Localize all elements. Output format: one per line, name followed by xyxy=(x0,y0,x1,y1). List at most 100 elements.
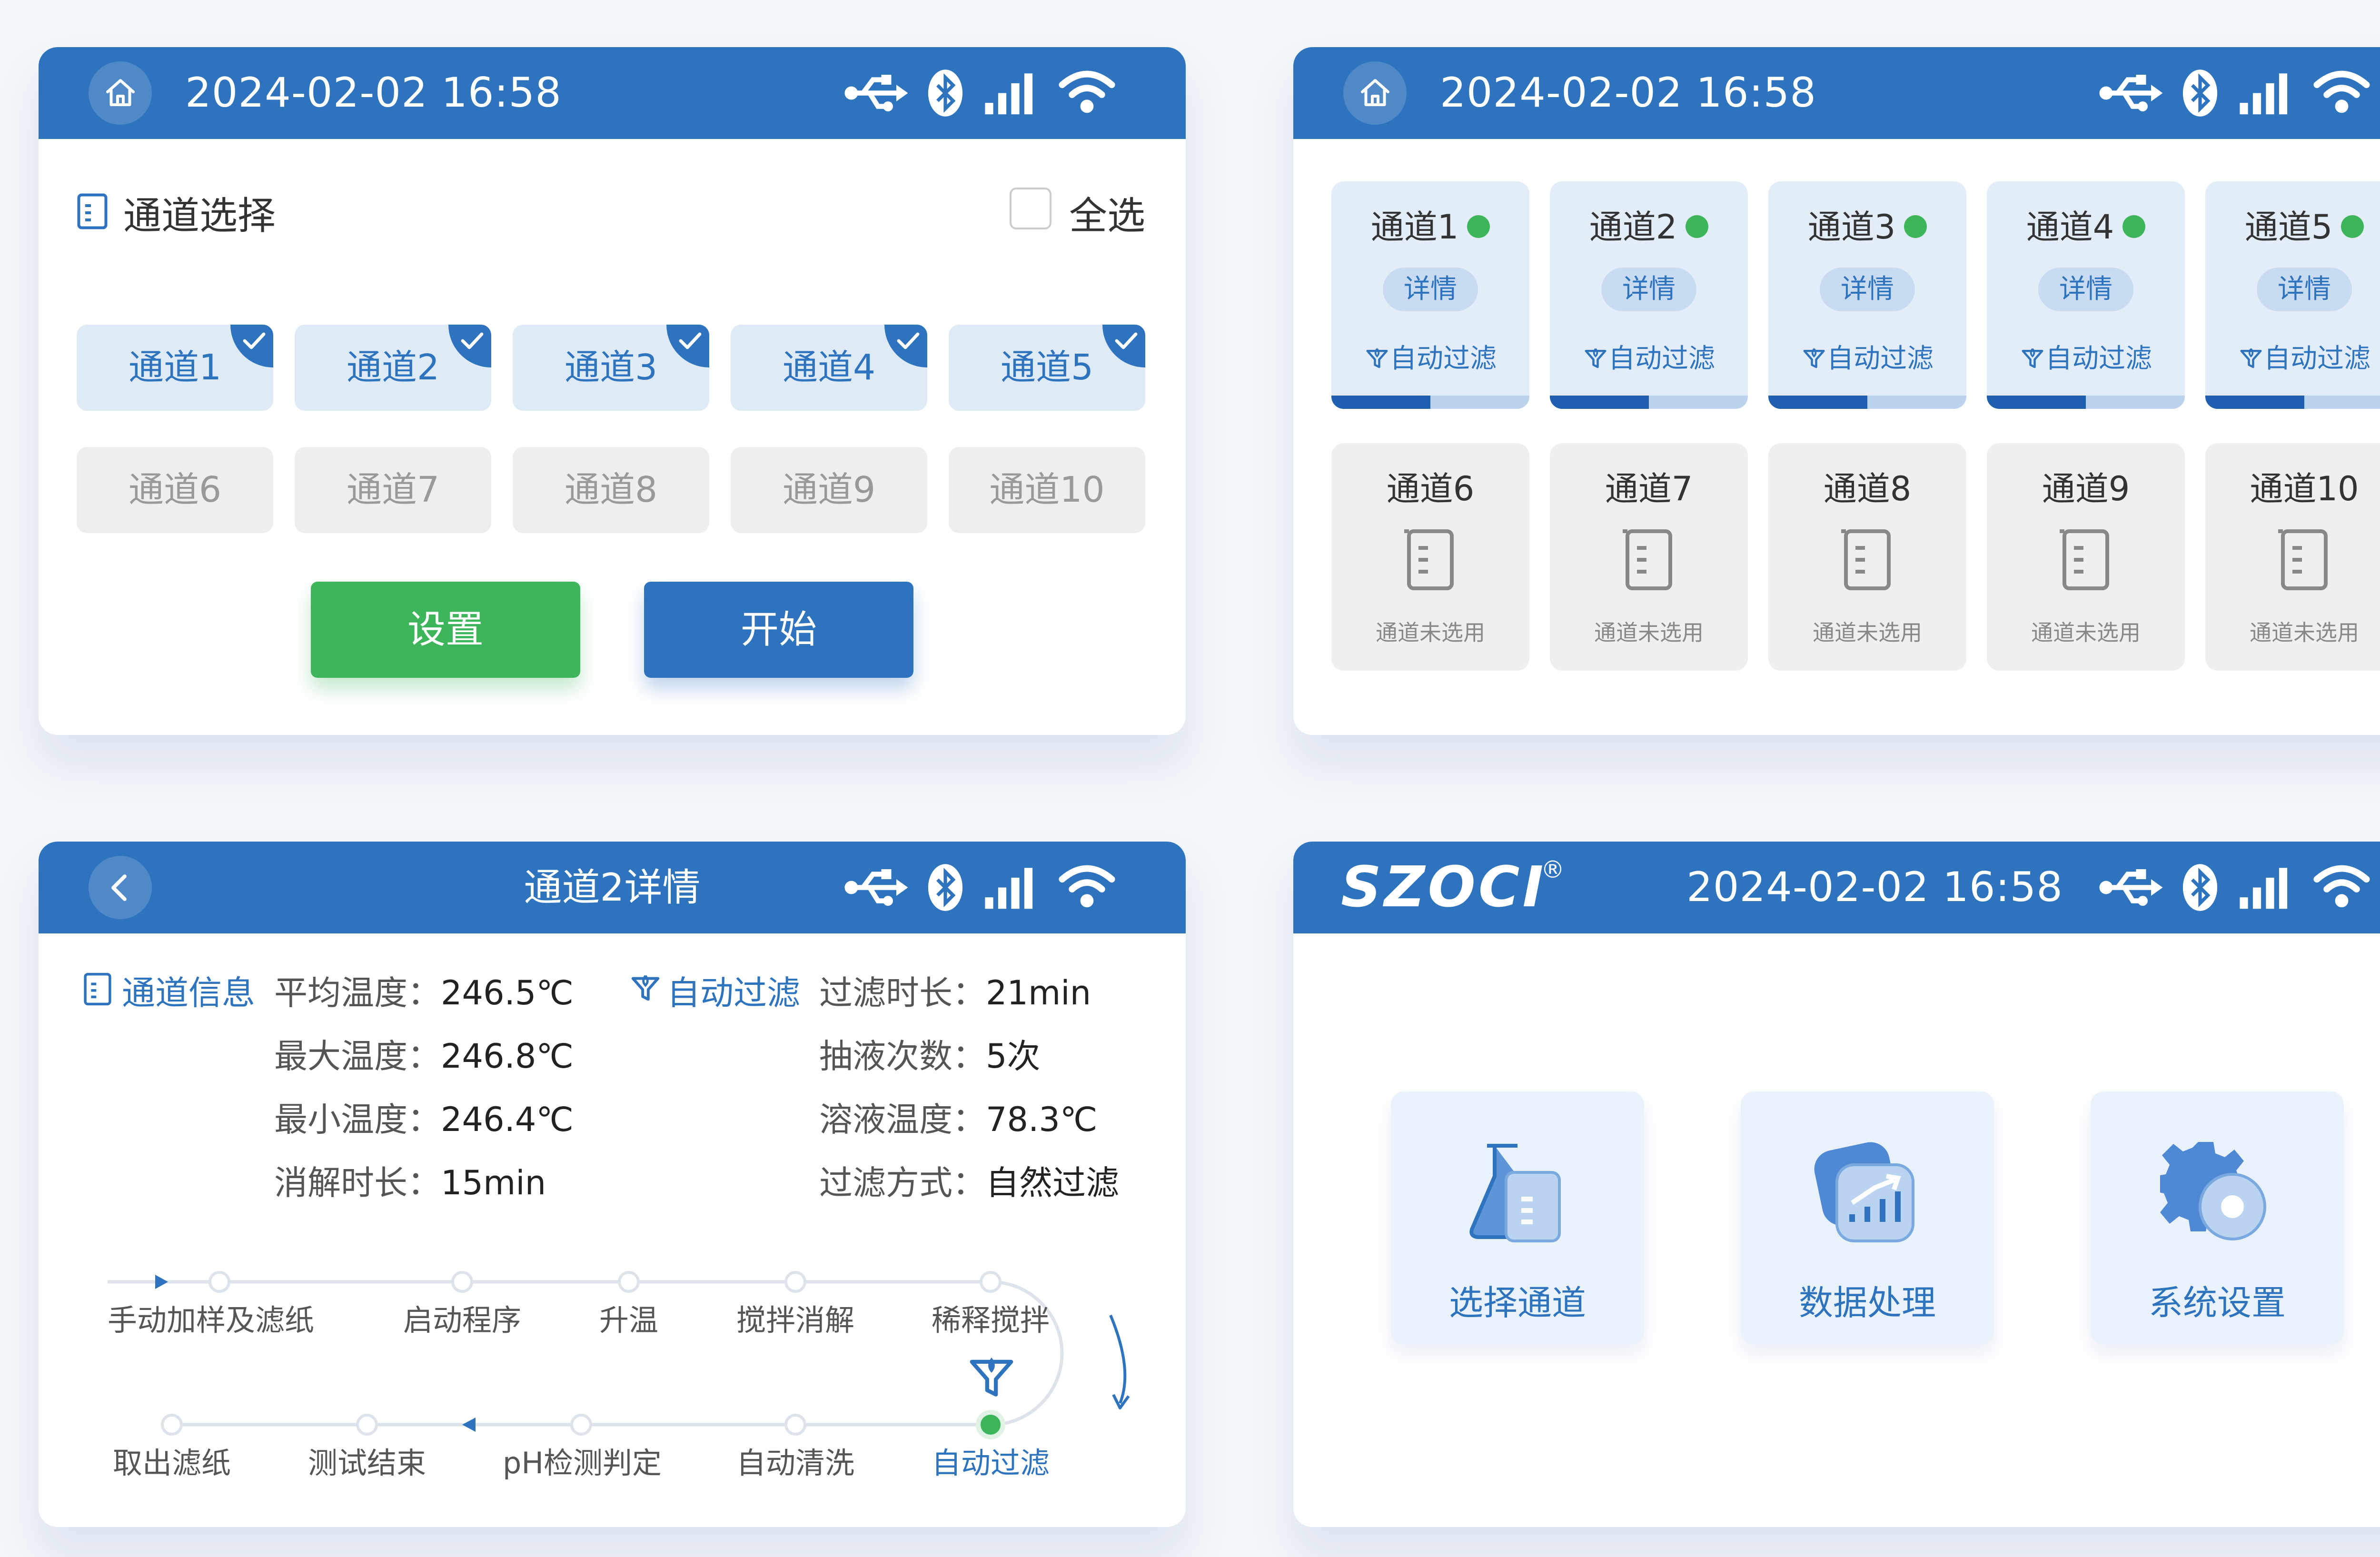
unused-note: 通道未选用 xyxy=(2250,620,2359,645)
channel-option-8[interactable]: 通道8 xyxy=(513,447,709,533)
info-key: 过滤方式： xyxy=(819,1163,986,1202)
channel-option-9[interactable]: 通道9 xyxy=(731,447,927,533)
step-dot xyxy=(784,1271,806,1293)
unused-note: 通道未选用 xyxy=(1594,620,1704,645)
channel-card-name: 通道1 xyxy=(1370,208,1459,247)
channel-option-10[interactable]: 通道10 xyxy=(949,447,1145,533)
home-panel: SZOCI ® 2024-02-02 16:58 选择通道 数据处理 系统设置 xyxy=(1293,842,2380,1527)
current-step-dot xyxy=(976,1410,1005,1439)
progress-bar xyxy=(1768,396,1966,409)
select-all-label[interactable]: 全选 xyxy=(1069,185,1145,240)
status-dot xyxy=(2122,215,2146,238)
signal-icon xyxy=(2238,68,2291,120)
channel-card-10[interactable]: 通道10 通道未选用 xyxy=(2205,443,2380,671)
tile-label: 数据处理 xyxy=(1798,1283,1936,1323)
start-button[interactable]: 开始 xyxy=(644,582,913,678)
channel-status-label: 自动过滤 xyxy=(1608,343,1715,374)
channel-card-5[interactable]: 通道5 详情 自动过滤 xyxy=(2205,181,2380,409)
progress-bar xyxy=(1331,396,1529,409)
step-dot xyxy=(208,1271,230,1293)
channel-option-label: 通道8 xyxy=(564,469,658,510)
settings-button[interactable]: 设置 xyxy=(311,582,580,678)
channel-option-2[interactable]: 通道2 xyxy=(295,325,491,411)
bluetooth-icon xyxy=(926,68,964,120)
usb-icon xyxy=(843,68,910,120)
channel-option-5[interactable]: 通道5 xyxy=(949,325,1145,411)
channel-card-6[interactable]: 通道6 通道未选用 xyxy=(1331,443,1529,671)
beaker-icon xyxy=(1839,526,1896,595)
channel-status: 自动过滤 xyxy=(1768,337,1966,376)
channel-option-label: 通道2 xyxy=(346,347,440,388)
home-button[interactable] xyxy=(89,61,152,125)
progress-fill xyxy=(2205,396,2304,409)
detail-button[interactable]: 详情 xyxy=(1820,268,1915,311)
unused-note: 通道未选用 xyxy=(1376,620,1485,645)
channel-option-6[interactable]: 通道6 xyxy=(77,447,273,533)
tile-select-channel[interactable]: 选择通道 xyxy=(1391,1091,1644,1345)
process-step: 自动清洗 xyxy=(736,1446,854,1480)
step-dot xyxy=(356,1414,378,1436)
channel-card-8[interactable]: 通道8 通道未选用 xyxy=(1768,443,1966,671)
beaker-icon xyxy=(1620,526,1677,595)
channel-card-title: 通道4 xyxy=(1987,200,2185,248)
info-row: 过滤方式：自然过滤 xyxy=(819,1156,1119,1204)
tile-data-processing[interactable]: 数据处理 xyxy=(1741,1091,1994,1345)
channel-option-7[interactable]: 通道7 xyxy=(295,447,491,533)
home-button[interactable] xyxy=(1343,61,1407,125)
channel-status: 自动过滤 xyxy=(1550,337,1748,376)
detail-button[interactable]: 详情 xyxy=(1383,268,1478,311)
checkmark-icon xyxy=(666,325,709,367)
chart-icon xyxy=(1814,1142,1914,1242)
process-step: 搅拌消解 xyxy=(736,1303,854,1338)
info-row: 平均温度：246.5℃ xyxy=(274,966,574,1014)
brand-logo: SZOCI xyxy=(1341,854,1547,920)
flask-icon xyxy=(1469,1144,1561,1242)
header-bar: 2024-02-02 16:58 xyxy=(39,47,1186,139)
checkmark-icon xyxy=(1102,325,1145,367)
step-dot xyxy=(570,1414,592,1436)
tile-label: 系统设置 xyxy=(2148,1283,2286,1323)
detail-button[interactable]: 详情 xyxy=(2038,268,2133,311)
channel-option-label: 通道7 xyxy=(346,469,440,510)
checkmark-icon xyxy=(884,325,927,367)
info-value: 246.8℃ xyxy=(441,1037,574,1076)
channel-card-2[interactable]: 通道2 详情 自动过滤 xyxy=(1550,181,1748,409)
channel-status: 自动过滤 xyxy=(1987,337,2185,376)
step-dot xyxy=(980,1271,1002,1293)
select-all-checkbox[interactable] xyxy=(1010,188,1051,229)
channel-option-4[interactable]: 通道4 xyxy=(731,325,927,411)
filter-icon xyxy=(1801,343,1827,374)
info-key: 过滤时长： xyxy=(819,973,986,1012)
channel-card-9[interactable]: 通道9 通道未选用 xyxy=(1987,443,2185,671)
channel-option-1[interactable]: 通道1 xyxy=(77,325,273,411)
channel-card-name: 通道6 xyxy=(1386,469,1475,508)
channel-status: 自动过滤 xyxy=(2205,337,2380,376)
beaker-icon xyxy=(1402,526,1459,595)
tile-label: 选择通道 xyxy=(1448,1283,1586,1323)
channel-card-3[interactable]: 通道3 详情 自动过滤 xyxy=(1768,181,1966,409)
status-icons xyxy=(843,68,1133,118)
progress-bar xyxy=(1550,396,1748,409)
status-dot xyxy=(2341,215,2364,238)
step-dot xyxy=(451,1271,473,1293)
datetime-label: 2024-02-02 16:58 xyxy=(1440,69,1816,117)
filter-icon xyxy=(1583,343,1608,374)
header-bar: 2024-02-02 16:58 xyxy=(1293,47,2380,139)
process-step: pH检测判定 xyxy=(503,1446,662,1480)
info-key: 消解时长： xyxy=(274,1163,441,1202)
channel-option-label: 通道6 xyxy=(128,469,222,510)
channel-option-3[interactable]: 通道3 xyxy=(513,325,709,411)
detail-button[interactable]: 详情 xyxy=(1601,268,1696,311)
tile-system-settings[interactable]: 系统设置 xyxy=(2091,1091,2344,1345)
channel-card-1[interactable]: 通道1 详情 自动过滤 xyxy=(1331,181,1529,409)
channel-card-name: 通道9 xyxy=(2042,469,2130,508)
process-step: 启动程序 xyxy=(403,1303,521,1338)
document-icon xyxy=(77,193,108,229)
channel-card-4[interactable]: 通道4 详情自动过滤 xyxy=(1987,181,2185,409)
detail-button[interactable]: 详情 xyxy=(2257,268,2352,311)
info-key: 溶液温度： xyxy=(819,1100,986,1139)
channel-detail-panel: 通道2详情 通道信息 自动过滤 平均温度：246.5℃ 最大温度：246.8℃ 最小… xyxy=(39,842,1186,1527)
info-value: 15min xyxy=(441,1163,546,1202)
channel-card-7[interactable]: 通道7 通道未选用 xyxy=(1550,443,1748,671)
filter-icon xyxy=(1364,343,1390,374)
